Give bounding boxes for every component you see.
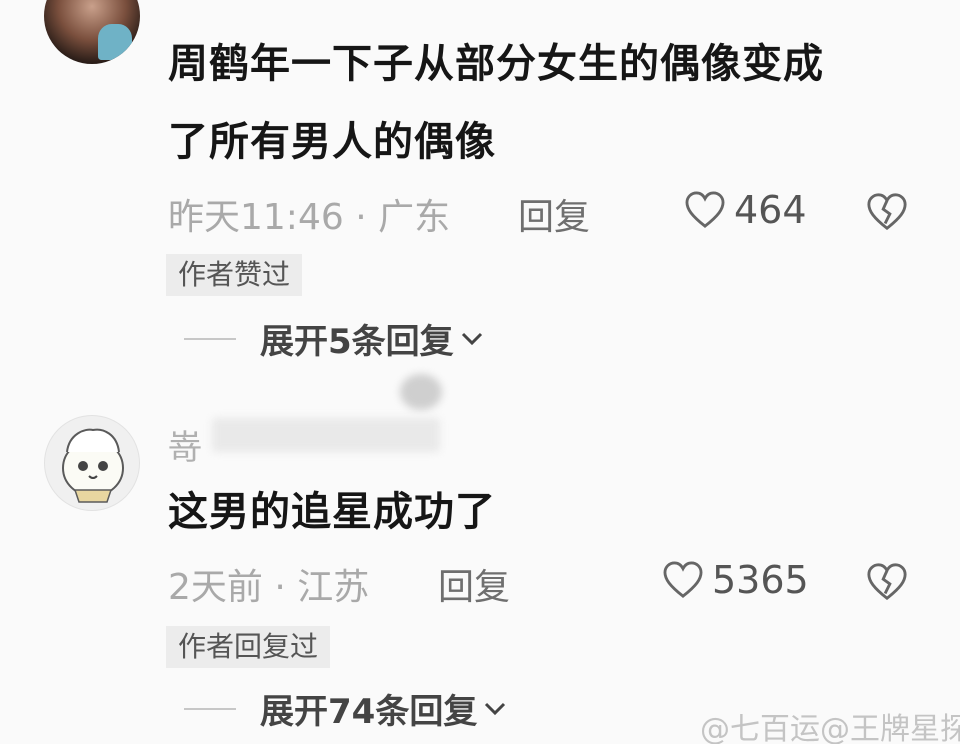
reply-button[interactable]: 回复 [518,188,590,240]
avatar[interactable] [44,0,140,64]
comment-text: 周鹤年一下子从部分女生的偶像变成 [168,41,824,87]
watermark: @七百运@王牌星探 [700,712,960,744]
username-visible-part: 嵜 [168,428,202,468]
expand-replies-label: 展开74条回复 [260,692,478,732]
author-liked-badge: 作者赞过 [166,254,303,296]
heart-outline-icon [685,191,725,228]
expand-replies-button[interactable]: 展开5条回复 [184,314,484,363]
heart-outline-icon [663,561,703,598]
comment-list: 周鹤年一下子从部分女生的偶像变成 了所有男人的偶像 昨天11:46 · 广东 回… [0,0,960,744]
username[interactable]: 嵜 [168,420,202,469]
comment-text-continued: 了所有男人的偶像 [168,119,496,165]
broken-heart-icon[interactable] [866,562,908,602]
reply-button[interactable]: 回复 [438,558,510,610]
divider [184,337,236,340]
divider [184,707,236,710]
expand-replies-button[interactable]: 展开74条回复 [184,684,507,733]
chevron-down-icon [461,332,482,345]
comment-meta: 2天前 · 江苏 [168,567,370,608]
comment-text: 这男的追星成功了 [168,489,496,535]
like-count: 5365 [712,558,809,602]
author-replied-badge: 作者回复过 [166,626,331,668]
comment-meta: 昨天11:46 · 广东 [168,197,451,238]
cartoon-avatar-icon [62,428,124,503]
broken-heart-icon[interactable] [866,192,908,232]
expand-replies-label: 展开5条回复 [260,322,454,362]
avatar[interactable] [44,415,140,511]
like-count: 464 [734,188,807,232]
like-button[interactable]: 5365 [662,558,809,602]
redacted-mark [400,374,442,410]
chevron-down-icon [485,702,506,715]
redacted-username [212,418,440,452]
like-button[interactable]: 464 [684,188,807,232]
